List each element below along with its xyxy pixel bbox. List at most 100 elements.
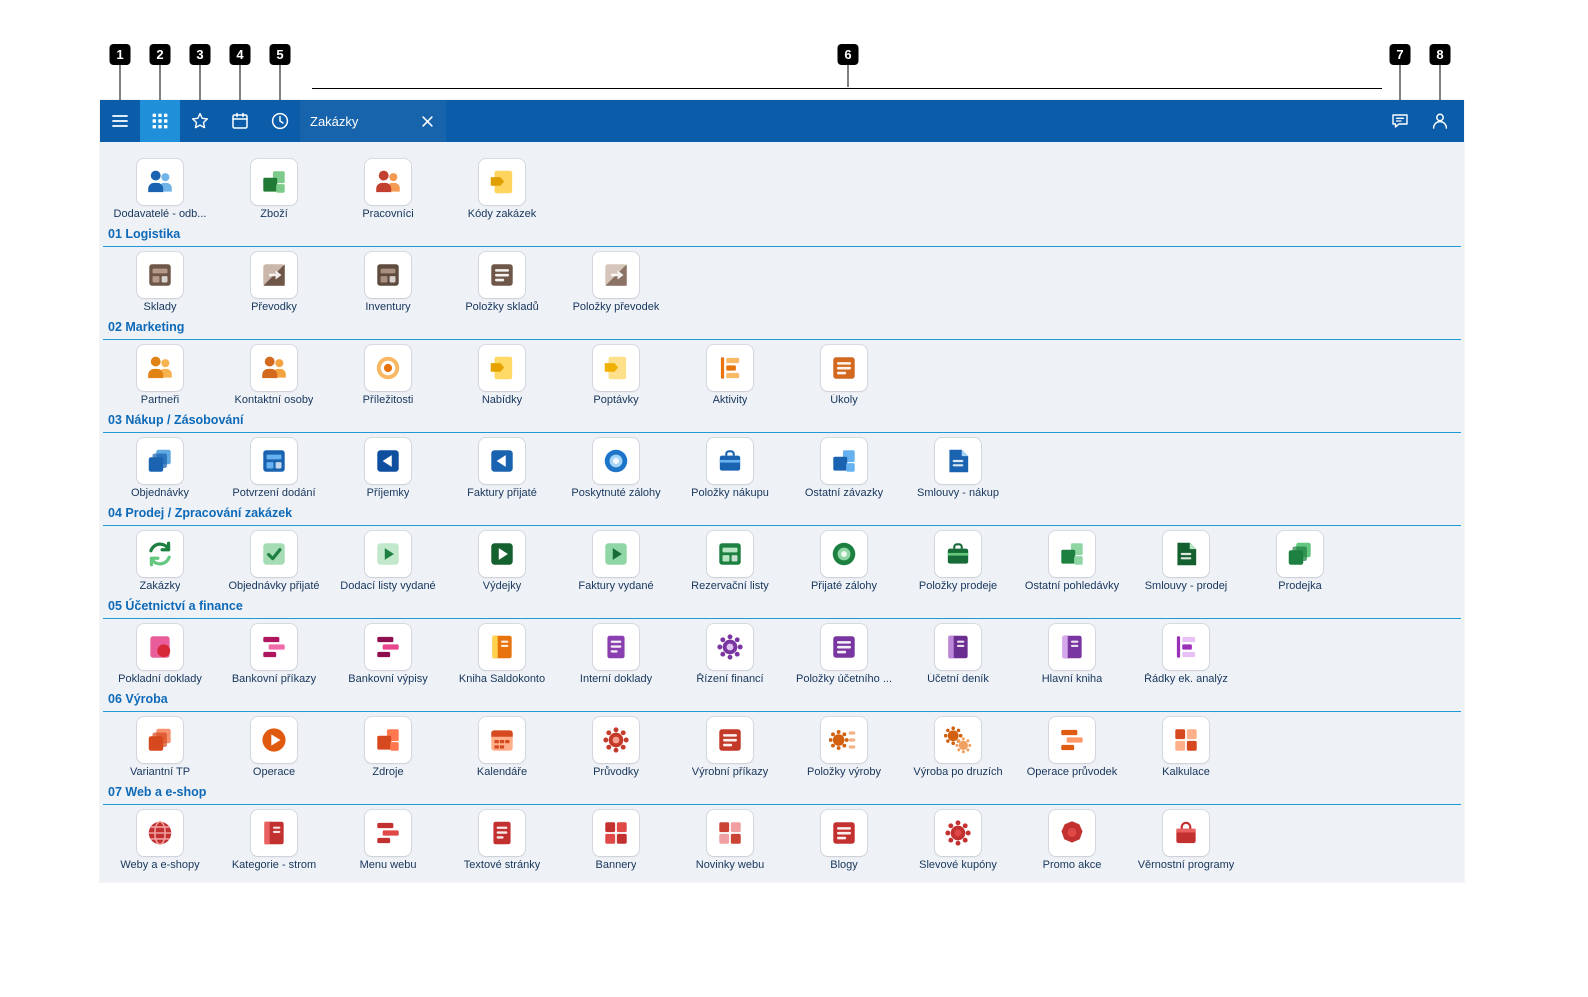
app-tile[interactable]: Kalkulace: [1129, 717, 1243, 779]
app-tile[interactable]: Ostatní pohledávky: [1015, 531, 1129, 593]
app-tile[interactable]: Ostatní závazky: [787, 438, 901, 500]
app-tile-label: Promo akce: [1042, 859, 1102, 871]
group-header: 01 Logistika: [103, 223, 1461, 247]
app-tile[interactable]: Partneři: [103, 345, 217, 407]
app-tile[interactable]: Dodavatelé - odb...: [103, 159, 217, 221]
app-tile-label: Hlavní kniha: [1041, 673, 1103, 685]
app-tile[interactable]: Sklady: [103, 252, 217, 314]
list-icon: [707, 717, 753, 763]
app-tile[interactable]: Faktury přijaté: [445, 438, 559, 500]
app-tile[interactable]: Kniha Saldokonto: [445, 624, 559, 686]
app-tile[interactable]: Pracovníci: [331, 159, 445, 221]
app-tile[interactable]: Potvrzení dodání: [217, 438, 331, 500]
callout-connector-line: [159, 65, 161, 100]
app-tile-label: Kategorie - strom: [231, 859, 317, 871]
app-tile-label: Převodky: [251, 301, 297, 313]
layers-icon: [137, 438, 183, 484]
app-tile[interactable]: Řádky ek. analýz: [1129, 624, 1243, 686]
app-tile[interactable]: Přijaté zálohy: [787, 531, 901, 593]
app-tile[interactable]: Smlouvy - nákup: [901, 438, 1015, 500]
app-tile[interactable]: Kategorie - strom: [217, 810, 331, 872]
group-tiles: Variantní TP Operace Zdroje Kalendáře Pr…: [103, 712, 1461, 781]
bars-icon: [365, 624, 411, 670]
app-tile[interactable]: Faktury vydané: [559, 531, 673, 593]
app-tile[interactable]: Kontaktní osoby: [217, 345, 331, 407]
bars-icon: [1049, 717, 1095, 763]
app-tile[interactable]: Smlouvy - prodej: [1129, 531, 1243, 593]
app-tile[interactable]: Výroba po druzích: [901, 717, 1015, 779]
apps-button[interactable]: [140, 100, 180, 142]
app-tile[interactable]: Bankovní příkazy: [217, 624, 331, 686]
app-tile[interactable]: Řízení financí: [673, 624, 787, 686]
app-tile[interactable]: Weby a e-shopy: [103, 810, 217, 872]
app-tile[interactable]: Interní doklady: [559, 624, 673, 686]
app-tile[interactable]: Průvodky: [559, 717, 673, 779]
app-tile[interactable]: Bannery: [559, 810, 673, 872]
app-tile[interactable]: Textové stránky: [445, 810, 559, 872]
app-tile[interactable]: Dodací listy vydané: [331, 531, 445, 593]
app-tile[interactable]: Položky nákupu: [673, 438, 787, 500]
app-tile[interactable]: Položky účetního ...: [787, 624, 901, 686]
app-tile[interactable]: Příjemky: [331, 438, 445, 500]
history-button[interactable]: [260, 100, 300, 142]
app-tile[interactable]: Objednávky: [103, 438, 217, 500]
coin-icon: [593, 438, 639, 484]
app-tile[interactable]: Zboží: [217, 159, 331, 221]
app-tile[interactable]: Výdejky: [445, 531, 559, 593]
docdot-icon: [137, 624, 183, 670]
app-tile[interactable]: Rezervační listy: [673, 531, 787, 593]
callout-1: 1: [109, 44, 131, 100]
menu-button[interactable]: [100, 100, 140, 142]
app-tile[interactable]: Úkoly: [787, 345, 901, 407]
app-tile[interactable]: Položky skladů: [445, 252, 559, 314]
app-tile[interactable]: Operace: [217, 717, 331, 779]
app-tile[interactable]: Prodejka: [1243, 531, 1357, 593]
close-icon[interactable]: [418, 112, 436, 130]
tab-zakazky[interactable]: Zakázky: [300, 100, 446, 142]
app-tile-label: Výroba po druzích: [913, 766, 1003, 778]
app-tile[interactable]: Poptávky: [559, 345, 673, 407]
app-tile[interactable]: Pokladní doklady: [103, 624, 217, 686]
callout-badge: 4: [229, 44, 251, 65]
app-tile[interactable]: Nabídky: [445, 345, 559, 407]
app-tile[interactable]: Variantní TP: [103, 717, 217, 779]
app-tile[interactable]: Účetní deník: [901, 624, 1015, 686]
callout-connector-line: [847, 65, 849, 87]
callout-badge: 2: [149, 44, 171, 65]
app-tile[interactable]: Aktivity: [673, 345, 787, 407]
user-button[interactable]: [1420, 100, 1460, 142]
app-tile[interactable]: Zdroje: [331, 717, 445, 779]
group-title: 07 Web a e-shop: [108, 785, 207, 799]
calendar-button[interactable]: [220, 100, 260, 142]
app-tile[interactable]: Převodky: [217, 252, 331, 314]
app-tile[interactable]: Kalendáře: [445, 717, 559, 779]
app-tile[interactable]: Promo akce: [1015, 810, 1129, 872]
app-tile-label: Zakázky: [139, 580, 181, 592]
app-tile[interactable]: Objednávky přijaté: [217, 531, 331, 593]
app-tile-label: Poptávky: [593, 394, 639, 406]
app-tile[interactable]: Zakázky: [103, 531, 217, 593]
app-tile[interactable]: Menu webu: [331, 810, 445, 872]
feedback-button[interactable]: [1380, 100, 1420, 142]
app-tile[interactable]: Příležitosti: [331, 345, 445, 407]
app-tile[interactable]: Novinky webu: [673, 810, 787, 872]
app-tile[interactable]: Blogy: [787, 810, 901, 872]
app-tile[interactable]: Inventury: [331, 252, 445, 314]
app-tile[interactable]: Slevové kupóny: [901, 810, 1015, 872]
app-tile[interactable]: Výrobní příkazy: [673, 717, 787, 779]
favorites-button[interactable]: [180, 100, 220, 142]
app-tile[interactable]: Operace průvodek: [1015, 717, 1129, 779]
app-tile-label: Bannery: [595, 859, 637, 871]
doc-icon: [479, 810, 525, 856]
app-tile[interactable]: Položky výroby: [787, 717, 901, 779]
app-tile[interactable]: Položky prodeje: [901, 531, 1015, 593]
group-tiles: Dodavatelé - odb... Zboží Pracovníci Kód…: [103, 154, 1461, 223]
app-tile-label: Variantní TP: [129, 766, 191, 778]
app-tile[interactable]: Bankovní výpisy: [331, 624, 445, 686]
app-tile[interactable]: Položky převodek: [559, 252, 673, 314]
app-tile[interactable]: Kódy zakázek: [445, 159, 559, 221]
app-tile[interactable]: Věrnostní programy: [1129, 810, 1243, 872]
app-tile-label: Položky nákupu: [691, 487, 769, 499]
app-tile[interactable]: Poskytnuté zálohy: [559, 438, 673, 500]
app-tile[interactable]: Hlavní kniha: [1015, 624, 1129, 686]
